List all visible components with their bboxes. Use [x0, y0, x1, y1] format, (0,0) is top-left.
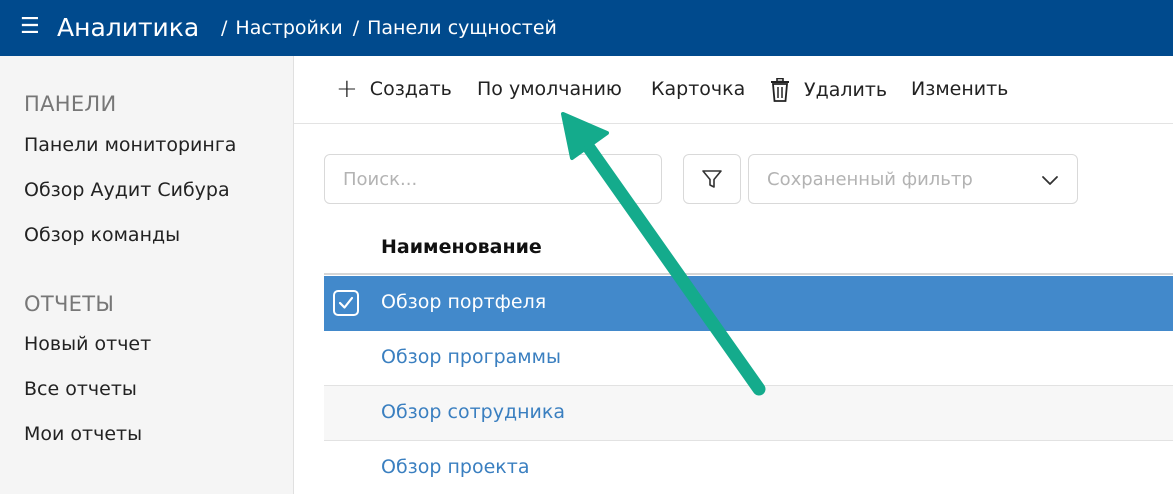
delete-button-label: Удалить: [804, 79, 888, 101]
breadcrumb-entity-panels: Панели сущностей: [367, 17, 557, 39]
header-divider: [324, 273, 1173, 275]
table-row[interactable]: Обзор сотрудника: [324, 386, 1173, 441]
sidebar-item-monitoring-panels[interactable]: Панели мониторинга: [24, 134, 236, 156]
sidebar-item-all-reports[interactable]: Все отчеты: [24, 378, 137, 400]
checkmark-icon: [338, 296, 354, 309]
top-bar: ☰ Аналитика / Настройки / Панели сущностей: [0, 0, 1173, 56]
row-name-link[interactable]: Обзор проекта: [381, 456, 529, 478]
edit-button-label: Изменить: [911, 78, 1009, 100]
breadcrumb-settings[interactable]: Настройки: [235, 17, 342, 39]
edit-button[interactable]: Изменить: [911, 78, 1008, 100]
table-row[interactable]: Обзор портфеля: [324, 276, 1173, 331]
saved-filter-placeholder: Сохраненный фильтр: [767, 169, 973, 190]
row-name-link[interactable]: Обзор программы: [381, 346, 561, 368]
toolbar: + Создать По умолчанию Карточка Удалить …: [294, 56, 1173, 124]
default-button[interactable]: По умолчанию: [477, 78, 622, 100]
saved-filter-select[interactable]: Сохраненный фильтр: [748, 154, 1078, 204]
chevron-down-icon: [1042, 176, 1058, 185]
app-title[interactable]: Аналитика: [57, 12, 199, 44]
plus-icon: +: [336, 74, 358, 104]
sidebar-item-team-overview[interactable]: Обзор команды: [24, 224, 180, 246]
sidebar-item-new-report[interactable]: Новый отчет: [24, 333, 151, 355]
breadcrumb-separator-icon: /: [221, 17, 228, 39]
search-input[interactable]: [324, 154, 662, 204]
delete-button[interactable]: Удалить: [770, 78, 887, 102]
sidebar-section-reports: ОТЧЕТЫ: [24, 292, 115, 316]
card-button-label: Карточка: [651, 78, 746, 100]
default-button-label: По умолчанию: [477, 78, 622, 100]
create-button-label: Создать: [369, 78, 452, 100]
table-row[interactable]: Обзор программы: [324, 331, 1173, 386]
sidebar-item-sibur-audit[interactable]: Обзор Аудит Сибура: [24, 179, 230, 201]
sidebar-item-my-reports[interactable]: Мои отчеты: [24, 423, 142, 445]
funnel-icon: [702, 170, 722, 188]
row-name-link[interactable]: Обзор сотрудника: [381, 401, 565, 423]
table-row[interactable]: Обзор проекта: [324, 441, 1173, 494]
breadcrumb: / Настройки / Панели сущностей: [221, 16, 557, 40]
trash-icon: [771, 78, 789, 102]
filter-button[interactable]: [683, 154, 741, 204]
row-name: Обзор портфеля: [381, 291, 547, 313]
row-checkbox[interactable]: [333, 290, 359, 316]
hamburger-menu-icon[interactable]: ☰: [20, 14, 40, 40]
sidebar: ПАНЕЛИ Панели мониторинга Обзор Аудит Си…: [0, 56, 294, 494]
breadcrumb-separator-icon: /: [352, 17, 360, 39]
column-header-name[interactable]: Наименование: [381, 236, 542, 258]
card-button[interactable]: Карточка: [651, 78, 745, 100]
create-button[interactable]: + Создать: [336, 74, 452, 104]
sidebar-section-panels: ПАНЕЛИ: [24, 92, 117, 116]
